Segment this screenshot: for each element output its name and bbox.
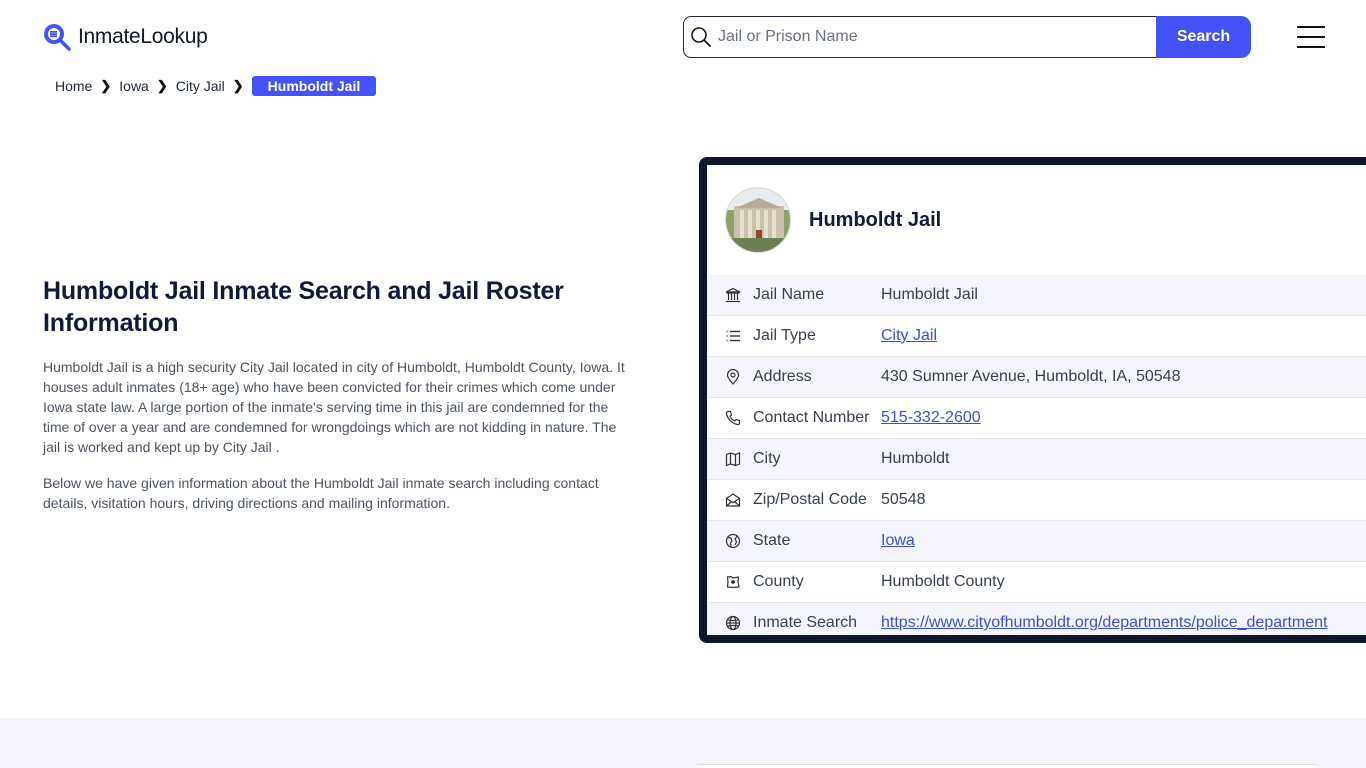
chevron-right-icon: ❯ — [232, 78, 244, 93]
intro-paragraph: Humboldt Jail is a high security City Ja… — [43, 359, 625, 455]
search-icon — [691, 27, 711, 47]
row-value: Humboldt Jail — [881, 286, 978, 303]
info-table: Jail Name Humboldt Jail Jail Type City J… — [707, 275, 1366, 635]
row-label: Address — [753, 368, 812, 385]
info-row-city: City Humboldt — [707, 439, 1366, 480]
phone-icon — [723, 410, 743, 426]
hamburger-menu-icon[interactable] — [1297, 26, 1325, 48]
row-value: Humboldt — [881, 450, 950, 467]
jail-info-card: Humboldt Jail Jail Name Humboldt Jail Ja… — [699, 157, 1366, 643]
bank-icon — [723, 287, 743, 303]
breadcrumb-iowa[interactable]: Iowa — [119, 78, 149, 94]
info-row-state: State Iowa — [707, 521, 1366, 562]
row-label: Jail Name — [753, 286, 825, 303]
search-box — [683, 16, 1156, 58]
row-value: 430 Sumner Avenue, Humboldt, IA, 50548 — [881, 368, 1181, 385]
map-pin-icon — [723, 369, 743, 385]
inmate-search-link[interactable]: https://www.cityofhumboldt.org/departmen… — [881, 614, 1327, 632]
site-header: InmateLookup Search — [0, 0, 1366, 74]
chevron-right-icon: ❯ — [100, 78, 112, 93]
list-icon — [723, 328, 743, 344]
row-label: City — [753, 450, 781, 467]
chevron-right-icon: ❯ — [156, 78, 168, 93]
search-form: Search — [683, 16, 1251, 58]
breadcrumb-home[interactable]: Home — [55, 78, 92, 94]
jail-type-link[interactable]: City Jail — [881, 327, 937, 345]
next-section-card-edge — [697, 764, 1317, 768]
magnifier-logo-icon — [44, 24, 71, 51]
jail-photo — [725, 187, 791, 253]
intro-paragraph: Below we have given information about th… — [43, 475, 599, 511]
breadcrumb-city-jail[interactable]: City Jail — [176, 78, 225, 94]
page-title: Humboldt Jail Inmate Search and Jail Ros… — [43, 277, 564, 337]
mail-open-icon — [723, 492, 743, 508]
row-value: 50548 — [881, 491, 926, 508]
logo-text: InmateLookup — [78, 25, 208, 48]
globe-region-icon — [723, 533, 743, 549]
row-value: Humboldt County — [881, 573, 1005, 590]
info-row-inmate-search: Inmate Search https://www.cityofhumboldt… — [707, 603, 1366, 635]
info-row-zip: Zip/Postal Code 50548 — [707, 480, 1366, 521]
row-label: County — [753, 573, 804, 590]
card-header: Humboldt Jail — [707, 165, 1366, 275]
info-row-jail-type: Jail Type City Jail — [707, 316, 1366, 357]
county-map-icon — [723, 574, 743, 590]
info-row-jail-name: Jail Name Humboldt Jail — [707, 275, 1366, 316]
globe-icon — [723, 615, 743, 631]
row-label: Zip/Postal Code — [753, 491, 867, 508]
info-row-address: Address 430 Sumner Avenue, Humboldt, IA,… — [707, 357, 1366, 398]
card-title: Humboldt Jail — [809, 208, 942, 231]
breadcrumb: Home ❯ Iowa ❯ City Jail ❯ Humboldt Jail — [55, 76, 377, 96]
map-icon — [723, 451, 743, 467]
row-label: Jail Type — [753, 327, 816, 344]
logo[interactable]: InmateLookup — [42, 22, 208, 52]
intro-section: Humboldt Jail Inmate Search and Jail Ros… — [43, 275, 633, 513]
row-label: State — [753, 532, 791, 549]
breadcrumb-current: Humboldt Jail — [251, 76, 377, 96]
search-input[interactable] — [718, 28, 1138, 46]
info-row-contact: Contact Number 515-332-2600 — [707, 398, 1366, 439]
search-button[interactable]: Search — [1156, 16, 1251, 58]
next-section-background — [0, 718, 1366, 768]
row-label: Inmate Search — [753, 614, 858, 631]
phone-link[interactable]: 515-332-2600 — [881, 409, 981, 427]
row-label: Contact Number — [753, 409, 870, 426]
info-row-county: County Humboldt County — [707, 562, 1366, 603]
state-link[interactable]: Iowa — [881, 532, 915, 550]
